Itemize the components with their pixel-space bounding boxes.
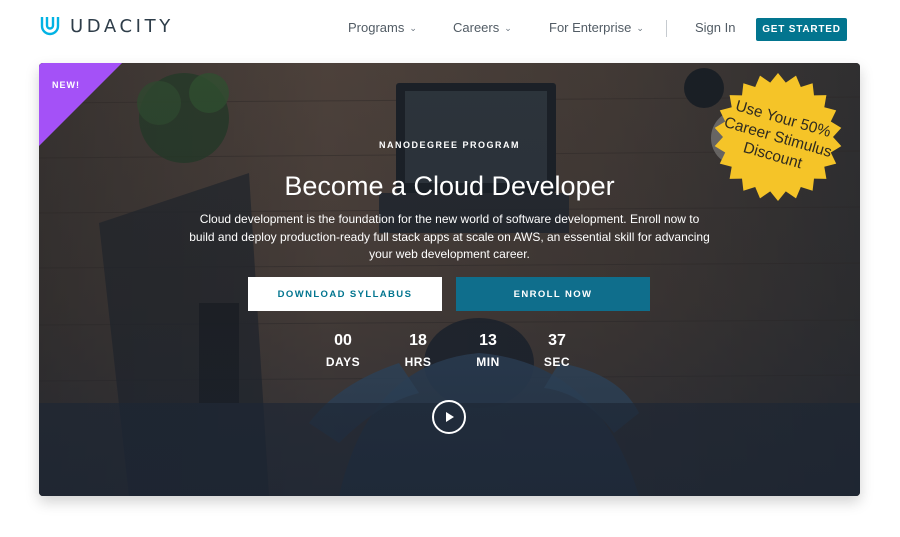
countdown-seconds: 37 SEC xyxy=(527,332,587,369)
hero-banner: NEW! Use Your 50% Career Stimulus Discou… xyxy=(39,63,860,496)
nav-careers-label: Careers xyxy=(453,20,500,35)
page-title: Become a Cloud Developer xyxy=(284,171,615,201)
new-badge-label: NEW! xyxy=(52,80,80,90)
countdown-seconds-value: 37 xyxy=(548,332,566,349)
download-syllabus-button[interactable]: DOWNLOAD SYLLABUS xyxy=(248,277,442,311)
chevron-down-icon: ⌄ xyxy=(409,23,417,33)
play-video-button[interactable] xyxy=(432,400,466,434)
sign-in-link[interactable]: Sign In xyxy=(695,20,735,35)
logo-text: UDACITY xyxy=(70,15,174,37)
nav-for-enterprise-label: For Enterprise xyxy=(549,20,632,35)
countdown-minutes: 13 MIN xyxy=(458,332,518,369)
hero-description: Cloud development is the foundation for … xyxy=(189,212,710,261)
play-icon xyxy=(446,412,454,422)
countdown-seconds-unit: SEC xyxy=(543,355,571,369)
nav-divider xyxy=(666,20,667,37)
countdown-days: 00 DAYS xyxy=(313,332,373,369)
nav-programs-label: Programs xyxy=(348,20,405,35)
countdown-hours-value: 18 xyxy=(409,332,427,349)
udacity-logo[interactable]: UDACITY xyxy=(38,14,174,38)
countdown-minutes-unit: MIN xyxy=(476,355,500,369)
countdown-days-unit: DAYS xyxy=(325,355,361,369)
countdown-hours-unit: HRS xyxy=(404,355,432,369)
site-header: UDACITY Programs ⌄ Careers ⌄ For Enterpr… xyxy=(0,0,900,58)
get-started-button[interactable]: GET STARTED xyxy=(756,18,847,41)
new-badge xyxy=(39,63,122,146)
nav-careers[interactable]: Careers ⌄ xyxy=(453,20,512,35)
nav-for-enterprise[interactable]: For Enterprise ⌄ xyxy=(549,20,644,35)
countdown-days-value: 00 xyxy=(334,332,352,349)
chevron-down-icon: ⌄ xyxy=(636,23,644,33)
program-type-label: NANODEGREE PROGRAM xyxy=(378,140,520,150)
udacity-logo-icon xyxy=(40,17,60,36)
countdown-hours: 18 HRS xyxy=(388,332,448,369)
countdown-minutes-value: 13 xyxy=(479,332,497,349)
enroll-now-button[interactable]: ENROLL NOW xyxy=(456,277,650,311)
chevron-down-icon: ⌄ xyxy=(504,23,512,33)
nav-programs[interactable]: Programs ⌄ xyxy=(348,20,417,35)
